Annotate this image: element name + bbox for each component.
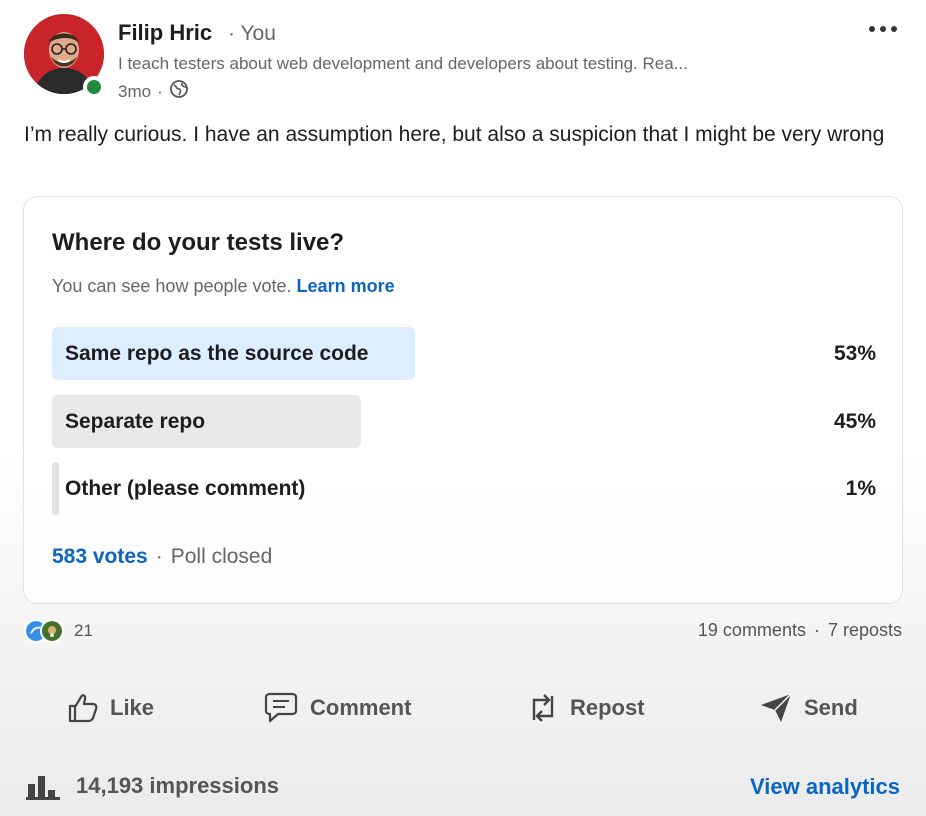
poll-option-percent: 53% — [833, 342, 876, 365]
reaction-count: 21 — [74, 621, 93, 640]
ellipsis-icon — [869, 26, 897, 32]
poll-option: Other (please comment) 1% — [52, 462, 876, 515]
repost-button[interactable]: Repost — [526, 680, 645, 736]
poll-option-label: Separate repo — [65, 410, 206, 433]
poll-votes-link[interactable]: 583 votes — [52, 545, 148, 569]
thumbs-up-icon — [68, 694, 98, 723]
author-relation: · You — [228, 22, 276, 46]
meta-separator: · — [155, 545, 163, 568]
author-headline: I teach testers about web development an… — [118, 54, 688, 73]
poll-status: Poll closed — [170, 545, 273, 568]
insightful-reaction-icon — [40, 619, 64, 643]
poll-question: Where do your tests live? — [52, 229, 345, 256]
repost-icon — [532, 694, 554, 722]
like-button[interactable]: Like — [66, 680, 154, 736]
globe-icon — [169, 79, 189, 104]
poll-footer: 583 votes · Poll closed — [52, 545, 272, 569]
repost-label: Repost — [570, 695, 645, 720]
meta-separator: · — [228, 22, 235, 45]
action-bar: Like Comment Repost Send — [0, 680, 926, 736]
poll-option-label: Other (please comment) — [65, 477, 306, 500]
poll-option: Same repo as the source code 53% — [52, 327, 876, 380]
impressions-count: 14,193 impressions — [76, 773, 280, 798]
poll-option-percent: 45% — [833, 410, 876, 433]
post-text: I’m really curious. I have an assumption… — [24, 123, 885, 146]
author-relation-label: You — [240, 22, 276, 45]
poll-card: Where do your tests live? You can see ho… — [23, 196, 903, 604]
reposts-count[interactable]: 7 reposts — [828, 620, 902, 641]
poll-option-label: Same repo as the source code — [65, 342, 369, 365]
social-counts: 19 comments · 7 reposts — [698, 620, 902, 641]
impressions: 14,193 impressions — [26, 772, 279, 800]
send-label: Send — [804, 695, 858, 720]
author-name[interactable]: Filip Hric — [118, 20, 212, 46]
post-time: 3mo — [118, 81, 152, 101]
like-label: Like — [110, 695, 155, 720]
send-button[interactable]: Send — [758, 680, 858, 736]
meta-separator: · — [813, 620, 820, 640]
reaction-icons — [24, 618, 70, 644]
poll-note-text: You can see how people vote. — [52, 276, 292, 296]
bar-chart-icon — [26, 776, 60, 800]
comments-count[interactable]: 19 comments — [698, 620, 806, 641]
meta-separator: · — [157, 81, 163, 101]
more-options-button[interactable] — [858, 14, 908, 44]
online-status-icon — [83, 76, 105, 98]
learn-more-link[interactable]: Learn more — [297, 276, 395, 296]
comment-label: Comment — [310, 695, 412, 720]
poll-option-percent: 1% — [845, 477, 876, 500]
comment-icon — [264, 692, 298, 723]
view-analytics-link[interactable]: View analytics — [750, 774, 900, 800]
post-card: Filip Hric · You I teach testers about w… — [0, 0, 926, 816]
send-icon — [761, 693, 792, 722]
poll-note: You can see how people vote. Learn more — [52, 276, 395, 297]
reactions-summary[interactable]: 21 — [24, 618, 93, 644]
poll-option-bar — [52, 462, 59, 515]
poll-option: Separate repo 45% — [52, 395, 876, 448]
comment-button[interactable]: Comment — [262, 680, 411, 736]
post-time-row: 3mo · — [118, 79, 189, 104]
